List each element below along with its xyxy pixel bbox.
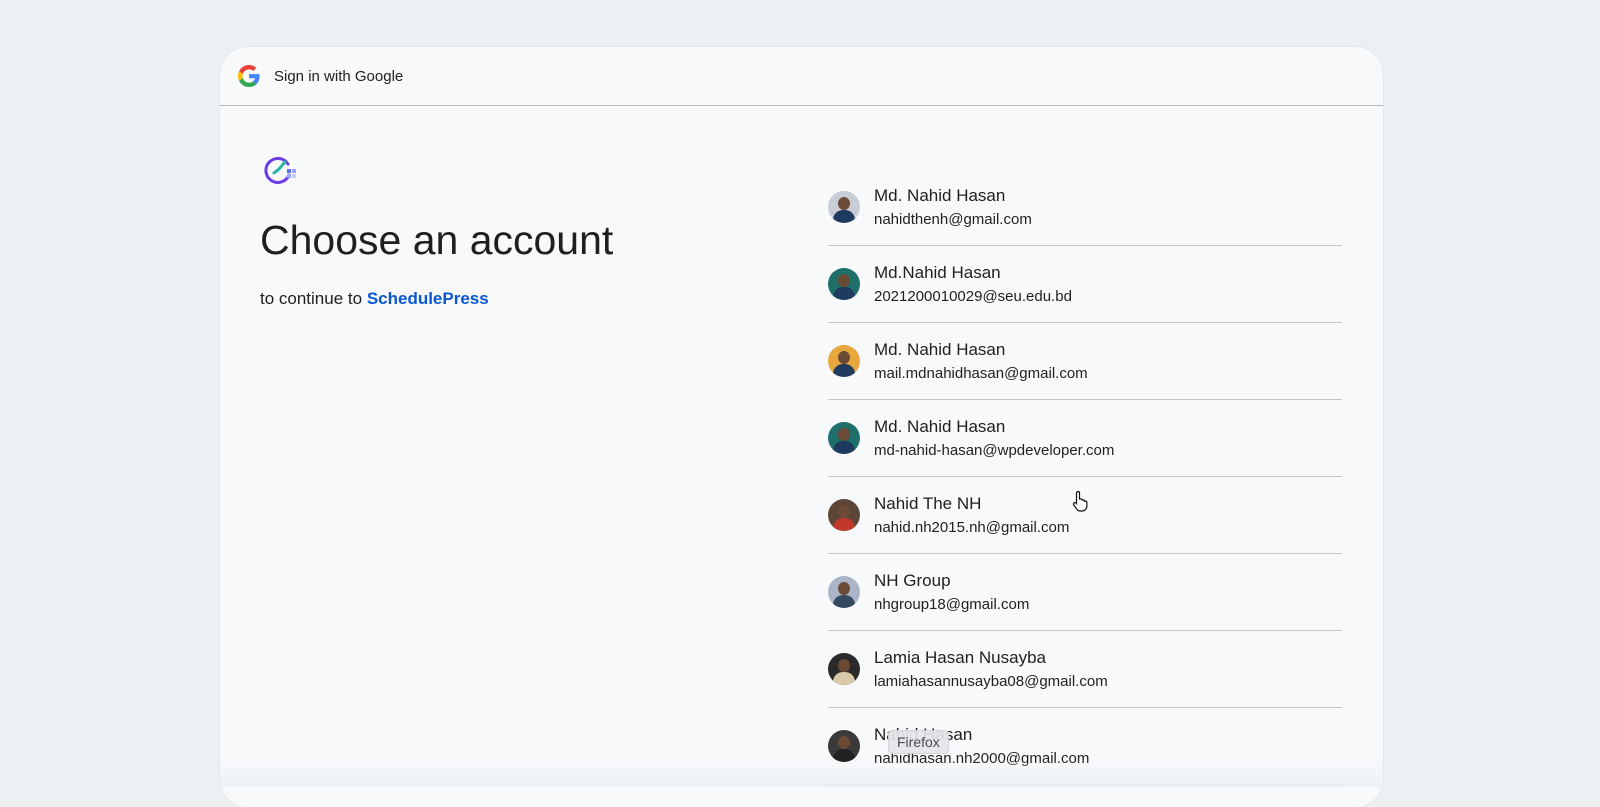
account-item[interactable]: Md. Nahid Hasan mail.mdnahidhasan@gmail.c… — [828, 323, 1342, 400]
account-name: Md.Nahid Hasan — [874, 263, 1001, 282]
account-name: Md. Nahid Hasan — [874, 340, 1006, 359]
avatar — [828, 576, 860, 608]
account-email: nhgroup18@gmail.com — [874, 596, 1030, 613]
schedulepress-logo-icon — [260, 151, 300, 191]
account-name: Lamia Hasan Nusayba — [874, 648, 1046, 667]
account-text: Md.Nahid Hasan 2021200010029@seu.edu.bd — [874, 263, 1072, 305]
account-email: nahidthenh@gmail.com — [874, 211, 1032, 228]
avatar — [828, 422, 860, 454]
browser-tooltip: Firefox — [888, 730, 949, 754]
page-title: Choose an account — [260, 217, 614, 263]
account-name: Nahid The NH — [874, 494, 982, 513]
card-header: Sign in with Google — [220, 47, 1383, 106]
account-item[interactable]: Md. Nahid Hasan md-nahid-hasan@wpdevelope… — [828, 400, 1342, 477]
account-name: Md. Nahid Hasan — [874, 417, 1006, 436]
avatar — [828, 653, 860, 685]
account-list: Md. Nahid Hasan nahidthenh@gmail.com Md.Na… — [828, 169, 1342, 785]
google-g-icon — [238, 65, 260, 87]
account-item[interactable]: Lamia Hasan Nusayba lamiahasannusayba08@g… — [828, 631, 1342, 708]
account-item[interactable]: Nahid The NH nahid.nh2015.nh@gmail.com — [828, 477, 1342, 554]
account-email: lamiahasannusayba08@gmail.com — [874, 673, 1108, 690]
account-email: 2021200010029@seu.edu.bd — [874, 288, 1072, 305]
header-title: Sign in with Google — [274, 67, 404, 85]
intro-section: Choose an account to continue to Schedul… — [260, 151, 613, 309]
app-name-link[interactable]: SchedulePress — [367, 289, 489, 308]
avatar — [828, 730, 860, 762]
hand-cursor-icon — [1072, 490, 1090, 512]
bottom-fade — [220, 760, 1383, 787]
account-text: Md. Nahid Hasan md-nahid-hasan@wpdevelope… — [874, 417, 1114, 459]
avatar — [828, 345, 860, 377]
account-email: nahid.nh2015.nh@gmail.com — [874, 519, 1070, 536]
account-text: NH Group nhgroup18@gmail.com — [874, 571, 1029, 613]
account-text: Lamia Hasan Nusayba lamiahasannusayba08@g… — [874, 648, 1108, 690]
avatar — [828, 499, 860, 531]
subtitle: to continue to SchedulePress — [260, 289, 613, 309]
sign-in-card: Sign in with Google Choose an account to… — [220, 47, 1383, 807]
account-email: mail.mdnahidhasan@gmail.com — [874, 365, 1088, 382]
account-text: Nahid The NH nahid.nh2015.nh@gmail.com — [874, 494, 1069, 536]
account-name: NH Group — [874, 571, 951, 590]
account-item[interactable]: Md. Nahid Hasan nahidthenh@gmail.com — [828, 169, 1342, 246]
account-name: Md. Nahid Hasan — [874, 186, 1006, 205]
subtitle-prefix: to continue to — [260, 289, 367, 308]
account-text: Md. Nahid Hasan mail.mdnahidhasan@gmail.c… — [874, 340, 1088, 382]
avatar — [828, 268, 860, 300]
account-item[interactable]: Md.Nahid Hasan 2021200010029@seu.edu.bd — [828, 246, 1342, 323]
account-email: md-nahid-hasan@wpdeveloper.com — [874, 442, 1115, 459]
account-text: Md. Nahid Hasan nahidthenh@gmail.com — [874, 186, 1032, 228]
account-item[interactable]: NH Group nhgroup18@gmail.com — [828, 554, 1342, 631]
avatar — [828, 191, 860, 223]
